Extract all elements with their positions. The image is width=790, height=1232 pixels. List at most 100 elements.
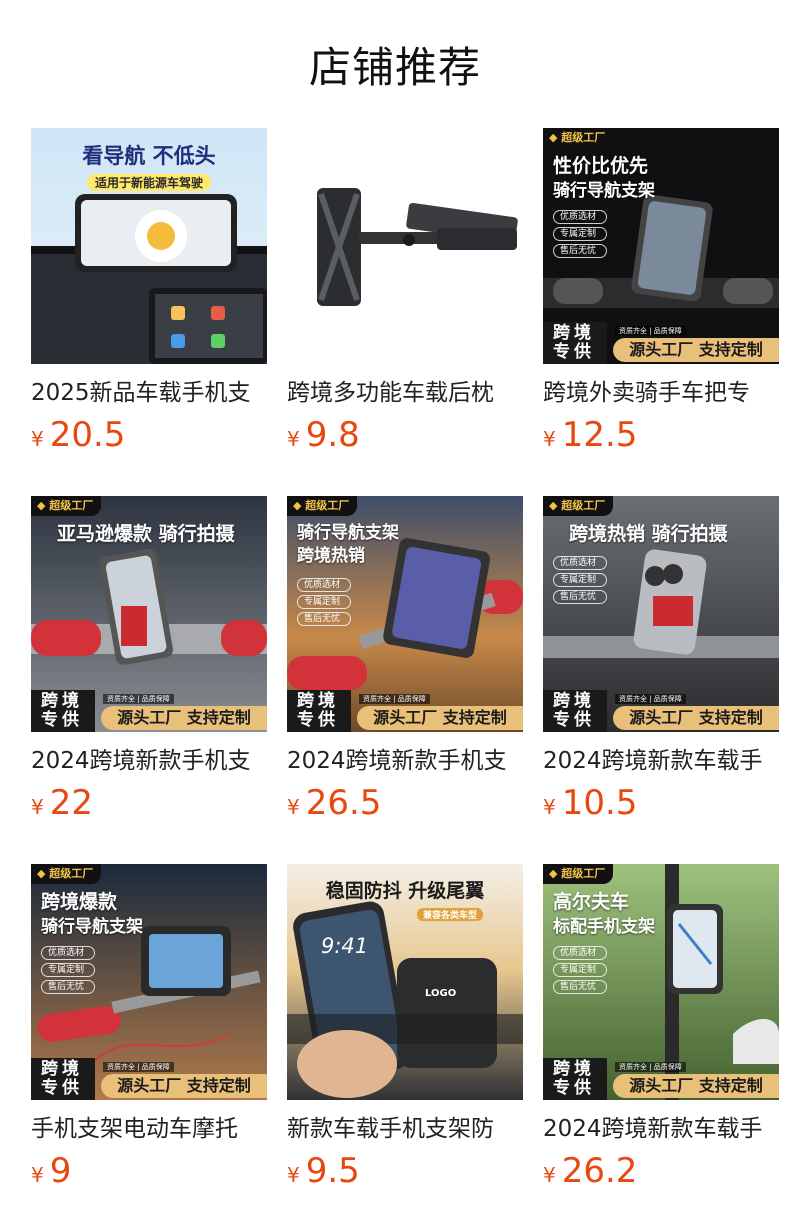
factory-badge: ◆ 超级工厂 [543,128,614,148]
product-price: ¥26.5 [287,780,523,826]
product-card[interactable]: ◆ 超级工厂 骑行导航支架 跨境热销 优质选材 专属定制 售后无忧 资质齐全 |… [287,496,523,826]
image-headline: 性价比优先 骑行导航支架 [553,155,655,201]
product-price: ¥9.5 [287,1148,523,1194]
price-amount: 9.8 [305,415,360,455]
image-headline: 跨境热销 骑行拍摄 [569,523,728,545]
diamond-icon: ◆ [37,499,50,512]
product-image[interactable]: ◆ 超级工厂 高尔夫车 标配手机支架 优质选材 专属定制 售后无忧 资质齐全 |… [543,864,779,1100]
diamond-icon: ◆ [293,499,306,512]
cross-border-tag: 跨境 专供 [543,690,607,732]
page-title: 店铺推荐 [308,43,481,92]
feature-list: 优质选材 专属定制 售后无忧 [553,946,607,997]
currency-symbol: ¥ [543,1163,556,1187]
product-name[interactable]: 跨境外卖骑手车把专 [543,376,779,410]
diamond-icon: ◆ [37,867,50,880]
cross-border-tag: 跨境 专供 [31,1058,95,1100]
promo-strip: 资质齐全 | 品质保障 跨境 专供 源头工厂 支持定制 [31,1058,267,1100]
factory-pill: 源头工厂 支持定制 [101,706,267,730]
price-amount: 9.5 [305,1151,360,1191]
currency-symbol: ¥ [287,795,300,819]
product-name[interactable]: 2024跨境新款车载手 [543,1112,779,1146]
currency-symbol: ¥ [31,795,44,819]
product-card[interactable]: 稳固防抖 升级尾翼 兼容各类车型 9:41 LOGO 新款车载手机支架防 ¥9.… [287,864,523,1194]
logo-mark: LOGO [425,988,457,999]
promo-strip: 资质齐全 | 品质保障 跨境 专供 源头工厂 支持定制 [287,690,523,732]
image-headline: 高尔夫车 标配手机支架 [553,891,655,937]
product-image[interactable]: 看导航 不低头 适用于新能源车驾驶 [31,128,267,364]
promo-strip: 资质齐全 | 品质保障 跨境 专供 源头工厂 支持定制 [31,690,267,732]
product-price: ¥9 [31,1148,267,1194]
factory-badge: ◆ 超级工厂 [543,864,614,884]
feature-list: 优质选材 专属定制 售后无忧 [553,210,607,261]
currency-symbol: ¥ [31,427,44,451]
factory-badge: ◆ 超级工厂 [287,496,358,516]
product-name[interactable]: 2024跨境新款车载手 [543,744,779,778]
product-name[interactable]: 新款车载手机支架防 [287,1112,523,1146]
product-image[interactable]: ◆ 超级工厂 亚马逊爆款 骑行拍摄 资质齐全 | 品质保障 跨境 专供 源头工厂 … [31,496,267,732]
clock-time: 9:41 [321,934,369,958]
product-card[interactable]: ◆ 超级工厂 高尔夫车 标配手机支架 优质选材 专属定制 售后无忧 资质齐全 |… [543,864,779,1194]
product-image[interactable]: 稳固防抖 升级尾翼 兼容各类车型 9:41 LOGO [287,864,523,1100]
factory-pill: 源头工厂 支持定制 [357,706,523,730]
feature-list: 优质选材 专属定制 售后无忧 [297,578,351,629]
cross-border-tag: 跨境 专供 [287,690,351,732]
product-price: ¥12.5 [543,412,779,458]
product-name[interactable]: 手机支架电动车摩托 [31,1112,267,1146]
product-price: ¥26.2 [543,1148,779,1194]
product-name[interactable]: 2025新品车载手机支 [31,376,267,410]
currency-symbol: ¥ [287,1163,300,1187]
product-name[interactable]: 跨境多功能车载后枕 [287,376,523,410]
product-card[interactable]: 看导航 不低头 适用于新能源车驾驶 2025新品车载手机支 ¥20.5 [31,128,267,458]
price-amount: 9 [49,1151,72,1191]
factory-pill: 源头工厂 支持定制 [101,1074,267,1098]
promo-strip: 资质齐全 | 品质保障 跨境 专供 源头工厂 支持定制 [543,322,779,364]
promo-strip: 资质齐全 | 品质保障 跨境 专供 源头工厂 支持定制 [543,690,779,732]
product-image[interactable]: ◆ 超级工厂 骑行导航支架 跨境热销 优质选材 专属定制 售后无忧 资质齐全 |… [287,496,523,732]
product-price: ¥10.5 [543,780,779,826]
image-headline: 跨境爆款 骑行导航支架 [41,891,143,937]
product-card[interactable]: ◆ 超级工厂 性价比优先 骑行导航支架 优质选材 专属定制 售后无忧 资质齐全 … [543,128,779,458]
factory-pill: 源头工厂 支持定制 [613,706,779,730]
price-amount: 26.5 [305,783,382,823]
product-price: ¥9.8 [287,412,523,458]
image-subline: 兼容各类车型 [416,908,483,921]
product-name[interactable]: 2024跨境新款手机支 [287,744,523,778]
product-image[interactable]: ◆ 超级工厂 跨境热销 骑行拍摄 优质选材 专属定制 售后无忧 资质齐全 | 品… [543,496,779,732]
factory-badge: ◆ 超级工厂 [543,496,614,516]
currency-symbol: ¥ [543,427,556,451]
image-headline: 亚马逊爆款 骑行拍摄 [57,523,235,545]
cross-border-tag: 跨境 专供 [31,690,95,732]
image-headline: 骑行导航支架 跨境热销 [297,523,399,566]
promo-strip: 资质齐全 | 品质保障 跨境 专供 源头工厂 支持定制 [543,1058,779,1100]
price-amount: 10.5 [561,783,638,823]
feature-list: 优质选材 专属定制 售后无忧 [553,556,607,607]
product-image[interactable]: ◆ 超级工厂 跨境爆款 骑行导航支架 优质选材 专属定制 售后无忧 资质齐全 |… [31,864,267,1100]
product-image[interactable]: ◆ 超级工厂 性价比优先 骑行导航支架 优质选材 专属定制 售后无忧 资质齐全 … [543,128,779,364]
factory-badge: ◆ 超级工厂 [31,496,102,516]
factory-pill: 源头工厂 支持定制 [613,1074,779,1098]
product-name[interactable]: 2024跨境新款手机支 [31,744,267,778]
product-card[interactable]: 跨境多功能车载后枕 ¥9.8 [287,128,523,458]
factory-badge: ◆ 超级工厂 [31,864,102,884]
image-headline: 稳固防抖 升级尾翼 [325,880,485,902]
product-card[interactable]: ◆ 超级工厂 跨境爆款 骑行导航支架 优质选材 专属定制 售后无忧 资质齐全 |… [31,864,267,1194]
diamond-icon: ◆ [549,499,562,512]
product-price: ¥22 [31,780,267,826]
feature-list: 优质选材 专属定制 售后无忧 [41,946,95,997]
price-amount: 20.5 [49,415,126,455]
product-card[interactable]: ◆ 超级工厂 亚马逊爆款 骑行拍摄 资质齐全 | 品质保障 跨境 专供 源头工厂 … [31,496,267,826]
product-price: ¥20.5 [31,412,267,458]
price-amount: 26.2 [561,1151,638,1191]
cross-border-tag: 跨境 专供 [543,1058,607,1100]
currency-symbol: ¥ [31,1163,44,1187]
image-subline: 适用于新能源车驾驶 [86,174,211,191]
product-image[interactable] [287,128,523,364]
currency-symbol: ¥ [287,427,300,451]
diamond-icon: ◆ [549,131,562,144]
product-card[interactable]: ◆ 超级工厂 跨境热销 骑行拍摄 优质选材 专属定制 售后无忧 资质齐全 | 品… [543,496,779,826]
price-amount: 22 [49,783,93,823]
price-amount: 12.5 [561,415,638,455]
diamond-icon: ◆ [549,867,562,880]
image-headline: 看导航 不低头 [82,144,216,168]
factory-pill: 源头工厂 支持定制 [613,338,779,362]
